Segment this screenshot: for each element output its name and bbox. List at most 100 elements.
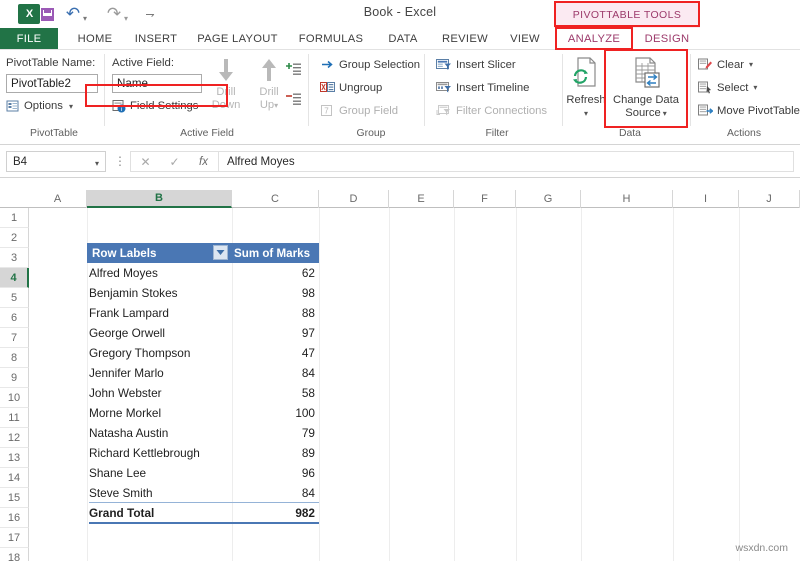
tab-analyze[interactable]: ANALYZE [556, 28, 632, 50]
row-header-11[interactable]: 11 [0, 408, 29, 428]
insert-timeline-button[interactable]: Insert Timeline [436, 81, 529, 94]
row-header-18[interactable]: 18 [0, 548, 29, 561]
clear-button[interactable]: Clear ▾ [698, 58, 753, 71]
row-header-8[interactable]: 8 [0, 348, 29, 368]
pivot-grand-total-label[interactable]: Grand Total [89, 503, 232, 523]
pivot-value-cell[interactable]: 58 [232, 383, 319, 403]
tab-page-layout[interactable]: PAGE LAYOUT [191, 28, 284, 50]
tab-data[interactable]: DATA [378, 28, 428, 50]
change-data-source-label-line2: Source [625, 107, 661, 119]
cancel-formula-icon[interactable]: ✕ [131, 155, 160, 169]
clear-dropdown-icon[interactable]: ▾ [749, 60, 753, 69]
column-header-D[interactable]: D [319, 190, 389, 208]
pivot-row-label-cell[interactable]: John Webster [89, 383, 232, 403]
row-header-17[interactable]: 17 [0, 528, 29, 548]
expand-field-button[interactable] [284, 62, 302, 76]
column-header-I[interactable]: I [673, 190, 739, 208]
pivottable-options-button[interactable]: Options ▾ [6, 99, 73, 113]
column-header-A[interactable]: A [29, 190, 87, 208]
row-header-14[interactable]: 14 [0, 468, 29, 488]
pivot-sum-of-marks-header[interactable]: Sum of Marks [232, 243, 319, 263]
column-header-J[interactable]: J [739, 190, 800, 208]
tab-file[interactable]: FILE [0, 28, 58, 50]
tab-formulas[interactable]: FORMULAS [290, 28, 372, 50]
refresh-button[interactable]: Refresh ▾ [566, 56, 606, 120]
enter-formula-icon[interactable]: ✓ [160, 155, 189, 169]
collapse-field-button[interactable] [284, 92, 302, 106]
move-pivottable-button[interactable]: Move PivotTable [698, 104, 800, 117]
column-header-G[interactable]: G [516, 190, 581, 208]
row-header-15[interactable]: 15 [0, 488, 29, 508]
column-header-F[interactable]: F [454, 190, 516, 208]
column-header-C[interactable]: C [232, 190, 319, 208]
options-dropdown-icon[interactable]: ▾ [69, 102, 73, 111]
row-header-4[interactable]: 4 [0, 268, 29, 288]
column-header-H[interactable]: H [581, 190, 673, 208]
filter-dropdown-icon[interactable] [213, 245, 228, 260]
column-header-B[interactable]: B [87, 190, 232, 208]
row-header-2[interactable]: 2 [0, 228, 29, 248]
formula-input[interactable]: Alfred Moyes [218, 151, 794, 172]
row-header-3[interactable]: 3 [0, 248, 29, 268]
name-box[interactable]: B4 ▾ [6, 151, 106, 172]
group-label-actions: Actions [726, 128, 762, 139]
change-data-source-button[interactable]: Change Data Source ▾ [607, 56, 685, 120]
row-header-12[interactable]: 12 [0, 428, 29, 448]
tab-home[interactable]: HOME [66, 28, 124, 50]
pivot-value-cell[interactable]: 88 [232, 303, 319, 323]
pivot-row-label-cell[interactable]: Morne Morkel [89, 403, 232, 423]
drill-up-dropdown-icon[interactable]: ▾ [274, 101, 278, 110]
row-header-16[interactable]: 16 [0, 508, 29, 528]
tab-label: DATA [388, 33, 418, 45]
column-header-E[interactable]: E [389, 190, 454, 208]
pivot-row-label-cell[interactable]: Shane Lee [89, 463, 232, 483]
select-dropdown-icon[interactable]: ▾ [753, 83, 757, 92]
refresh-dropdown-icon[interactable]: ▾ [584, 107, 588, 120]
tab-design[interactable]: DESIGN [634, 28, 700, 50]
pivot-value-cell[interactable]: 98 [232, 283, 319, 303]
pivot-value-cell[interactable]: 96 [232, 463, 319, 483]
pivot-row-label-cell[interactable]: Benjamin Stokes [89, 283, 232, 303]
select-button[interactable]: Select ▾ [698, 81, 757, 94]
row-header-9[interactable]: 9 [0, 368, 29, 388]
field-settings-button[interactable]: i Field Settings [112, 99, 198, 113]
pivot-value-cell[interactable]: 79 [232, 423, 319, 443]
pivot-value-cell[interactable]: 100 [232, 403, 319, 423]
pivot-value-cell[interactable]: 62 [232, 263, 319, 283]
pivot-row-label-cell[interactable]: Jennifer Marlo [89, 363, 232, 383]
tab-insert[interactable]: INSERT [126, 28, 186, 50]
pivot-grand-total-value[interactable]: 982 [232, 503, 319, 523]
pivot-row-label-cell[interactable]: Steve Smith [89, 483, 232, 503]
group-selection-button[interactable]: Group Selection [320, 58, 420, 71]
pivot-row-label-cell[interactable]: Gregory Thompson [89, 343, 232, 363]
pivot-row-label-cell[interactable]: George Orwell [89, 323, 232, 343]
pivot-value-cell[interactable]: 84 [232, 483, 319, 503]
active-field-input[interactable]: Name [112, 74, 202, 93]
row-header-7[interactable]: 7 [0, 328, 29, 348]
pivottable-name-input[interactable]: PivotTable2 [6, 74, 98, 93]
row-header-6[interactable]: 6 [0, 308, 29, 328]
pivot-row-label-cell[interactable]: Natasha Austin [89, 423, 232, 443]
pivot-value-cell[interactable]: 84 [232, 363, 319, 383]
change-data-source-dropdown-icon[interactable]: ▾ [663, 109, 667, 118]
row-header-1[interactable]: 1 [0, 208, 29, 228]
tab-review[interactable]: REVIEW [434, 28, 496, 50]
tab-view[interactable]: VIEW [500, 28, 550, 50]
insert-function-icon[interactable]: fx [189, 156, 218, 168]
row-header-13[interactable]: 13 [0, 448, 29, 468]
pivot-value-cell[interactable]: 97 [232, 323, 319, 343]
group-field-button[interactable]: 7 Group Field [320, 104, 398, 117]
pivot-value-cell[interactable]: 89 [232, 443, 319, 463]
ungroup-button[interactable]: Ungroup [320, 81, 382, 94]
filter-connections-button[interactable]: Filter Connections [436, 104, 547, 117]
pivot-row-label-cell[interactable]: Alfred Moyes [89, 263, 232, 283]
row-header-10[interactable]: 10 [0, 388, 29, 408]
row-header-5[interactable]: 5 [0, 288, 29, 308]
pivot-row-label-cell[interactable]: Richard Kettlebrough [89, 443, 232, 463]
pivot-row-label-cell[interactable]: Frank Lampard [89, 303, 232, 323]
pivot-value-cell[interactable]: 47 [232, 343, 319, 363]
pivot-row-labels-header[interactable]: Row Labels [87, 243, 232, 263]
name-box-dropdown-icon[interactable]: ▾ [95, 159, 99, 168]
insert-slicer-button[interactable]: Insert Slicer [436, 58, 516, 71]
drill-down-button[interactable]: Drill Down [205, 56, 247, 112]
